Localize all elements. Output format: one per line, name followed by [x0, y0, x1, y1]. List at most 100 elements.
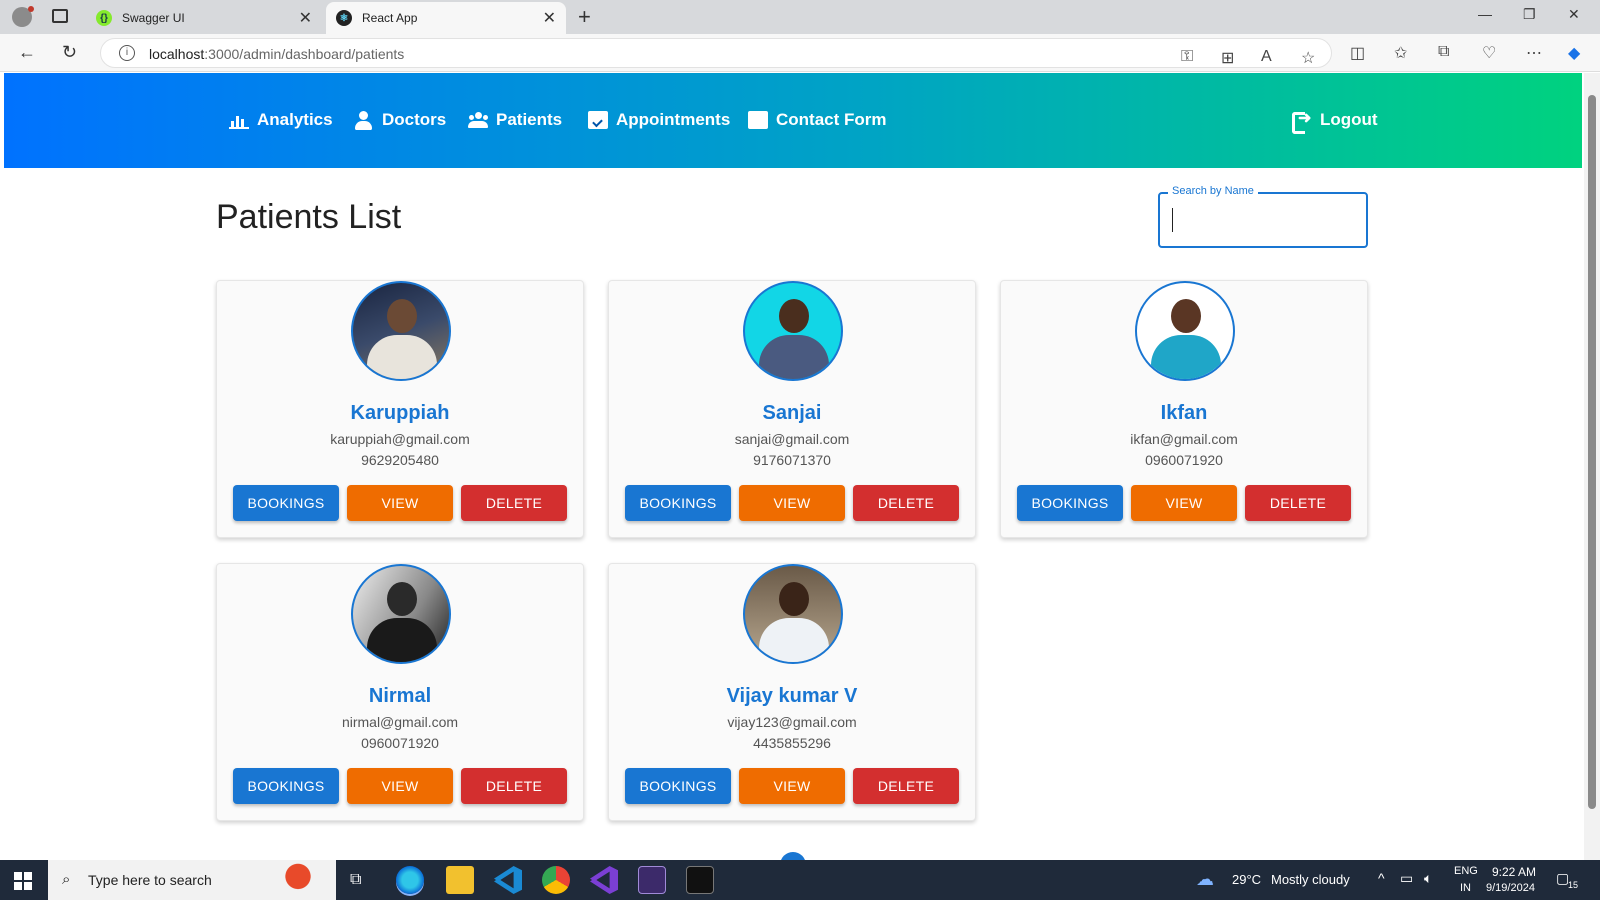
nav-contact-form[interactable]: Contact Form — [748, 110, 887, 130]
apps-icon[interactable]: ⊞ — [1221, 48, 1234, 68]
patient-email: vijay123@gmail.com — [727, 714, 857, 730]
patient-card: Sanjai sanjai@gmail.com 9176071370 BOOKI… — [608, 280, 976, 538]
delete-button[interactable]: DELETE — [461, 768, 567, 804]
taskbar-search-placeholder: Type here to search — [88, 872, 212, 888]
chrome-icon[interactable] — [542, 866, 570, 894]
view-button[interactable]: VIEW — [739, 485, 845, 521]
delete-button[interactable]: DELETE — [1245, 485, 1351, 521]
close-tab-icon[interactable]: ✕ — [543, 8, 556, 28]
nav-label: Doctors — [382, 110, 447, 129]
clock-time[interactable]: 9:22 AM — [1492, 865, 1536, 879]
nav-appointments[interactable]: Appointments — [588, 110, 730, 130]
patient-avatar — [351, 281, 451, 381]
tab-title: Swagger UI — [122, 11, 185, 25]
key-icon[interactable]: ⚿ — [1181, 48, 1193, 66]
tab-title: React App — [362, 11, 418, 25]
volume-icon[interactable]: 🔈︎ — [1424, 870, 1432, 887]
notification-dot — [28, 6, 34, 12]
view-button[interactable]: VIEW — [739, 768, 845, 804]
patient-phone: 0960071920 — [1145, 452, 1223, 468]
browser-essentials-icon[interactable]: ♡ — [1482, 43, 1496, 63]
minimize-icon[interactable]: — — [1478, 6, 1492, 22]
refresh-icon[interactable]: ↻ — [62, 42, 77, 63]
close-tab-icon[interactable]: ✕ — [299, 8, 312, 28]
swagger-favicon-icon: {} — [96, 10, 112, 26]
patient-name: Ikfan — [1160, 402, 1208, 424]
browser-tab-bar: {} Swagger UI ✕ ⚛ React App ✕ + — ❐ ✕ — [0, 0, 1600, 34]
patient-name: Karuppiah — [350, 402, 450, 424]
collections-icon[interactable]: ⧉ — [1438, 43, 1449, 61]
file-explorer-icon[interactable] — [446, 866, 474, 894]
show-hidden-icons-icon[interactable]: ^ — [1378, 870, 1385, 886]
language-indicator[interactable]: ENG — [1454, 865, 1478, 877]
notification-count: 15 — [1568, 880, 1579, 890]
delete-button[interactable]: DELETE — [853, 485, 959, 521]
tab-swagger[interactable]: {} Swagger UI ✕ — [86, 2, 322, 34]
windows-taskbar: ⌕ Type here to search ⧉ ☁ 29°C Mostly cl… — [0, 860, 1600, 900]
patient-email: sanjai@gmail.com — [734, 431, 850, 447]
envelope-open-icon — [748, 111, 768, 129]
patient-email: ikfan@gmail.com — [1130, 431, 1238, 447]
close-window-icon[interactable]: ✕ — [1568, 6, 1580, 23]
logout-label: Logout — [1320, 110, 1378, 129]
search-highlight-icon — [276, 862, 320, 898]
page-scrollbar[interactable] — [1584, 73, 1600, 860]
weather-temp: 29°C — [1232, 872, 1262, 887]
logout-button[interactable]: Logout — [1292, 108, 1378, 134]
bookings-button[interactable]: BOOKINGS — [233, 485, 339, 521]
edge-app-icon[interactable] — [396, 866, 424, 894]
visual-studio-icon[interactable] — [590, 866, 618, 894]
patient-email: karuppiah@gmail.com — [330, 431, 470, 447]
app-navbar: Analytics Doctors Patients Appointments … — [4, 73, 1582, 168]
read-aloud-icon[interactable]: A — [1261, 48, 1272, 66]
terminal-purple-icon[interactable] — [638, 866, 666, 894]
site-info-icon[interactable]: i — [119, 45, 135, 61]
tab-react-app[interactable]: ⚛ React App ✕ — [326, 2, 566, 34]
back-icon[interactable]: ← — [18, 42, 36, 63]
copilot-icon[interactable]: ◆ — [1568, 43, 1580, 63]
nav-analytics[interactable]: Analytics — [229, 110, 333, 130]
address-bar: ← ↻ i localhost:3000/admin/dashboard/pat… — [0, 34, 1600, 72]
url-field[interactable]: i localhost:3000/admin/dashboard/patient… — [100, 38, 1332, 68]
patient-phone: 0960071920 — [361, 735, 439, 751]
calendar-check-icon — [588, 111, 608, 129]
new-tab-icon[interactable]: + — [578, 4, 591, 30]
scrollbar-thumb[interactable] — [1588, 95, 1596, 809]
search-input[interactable] — [1172, 208, 1358, 232]
weather-cloud-icon: ☁ — [1196, 869, 1214, 889]
nav-doctors[interactable]: Doctors — [354, 110, 446, 130]
restore-icon[interactable]: ❐ — [1523, 6, 1536, 23]
view-button[interactable]: VIEW — [347, 768, 453, 804]
task-view-icon[interactable]: ⧉ — [350, 871, 361, 889]
bookings-button[interactable]: BOOKINGS — [625, 485, 731, 521]
favorite-star-icon[interactable]: ☆ — [1301, 48, 1315, 68]
split-screen-icon[interactable]: ◫ — [1350, 43, 1365, 63]
terminal-icon[interactable] — [686, 866, 714, 894]
delete-button[interactable]: DELETE — [461, 485, 567, 521]
bookings-button[interactable]: BOOKINGS — [625, 768, 731, 804]
more-menu-icon[interactable]: ⋯ — [1526, 43, 1542, 63]
react-favicon-icon: ⚛ — [336, 10, 352, 26]
windows-start-icon[interactable] — [14, 872, 32, 890]
patient-email: nirmal@gmail.com — [341, 714, 459, 730]
view-button[interactable]: VIEW — [347, 485, 453, 521]
tab-actions-icon[interactable] — [52, 9, 68, 23]
url-text: localhost:3000/admin/dashboard/patients — [149, 46, 405, 62]
nav-patients[interactable]: Patients — [468, 110, 562, 130]
bookings-button[interactable]: BOOKINGS — [233, 768, 339, 804]
page-title: Patients List — [216, 198, 402, 236]
favorites-icon[interactable]: ✩ — [1394, 43, 1407, 63]
patient-avatar — [743, 564, 843, 664]
taskbar-search[interactable]: ⌕ Type here to search — [48, 860, 336, 900]
vscode-icon[interactable] — [494, 866, 522, 894]
delete-button[interactable]: DELETE — [853, 768, 959, 804]
bookings-button[interactable]: BOOKINGS — [1017, 485, 1123, 521]
patient-name: Vijay kumar V — [726, 685, 858, 707]
search-icon: ⌕ — [62, 871, 71, 888]
patient-card: Vijay kumar V vijay123@gmail.com 4435855… — [608, 563, 976, 821]
network-icon[interactable]: ▭ — [1400, 870, 1413, 887]
bar-chart-icon — [229, 111, 249, 129]
search-field[interactable]: Search by Name — [1158, 185, 1368, 248]
view-button[interactable]: VIEW — [1131, 485, 1237, 521]
patient-phone: 9176071370 — [753, 452, 831, 468]
